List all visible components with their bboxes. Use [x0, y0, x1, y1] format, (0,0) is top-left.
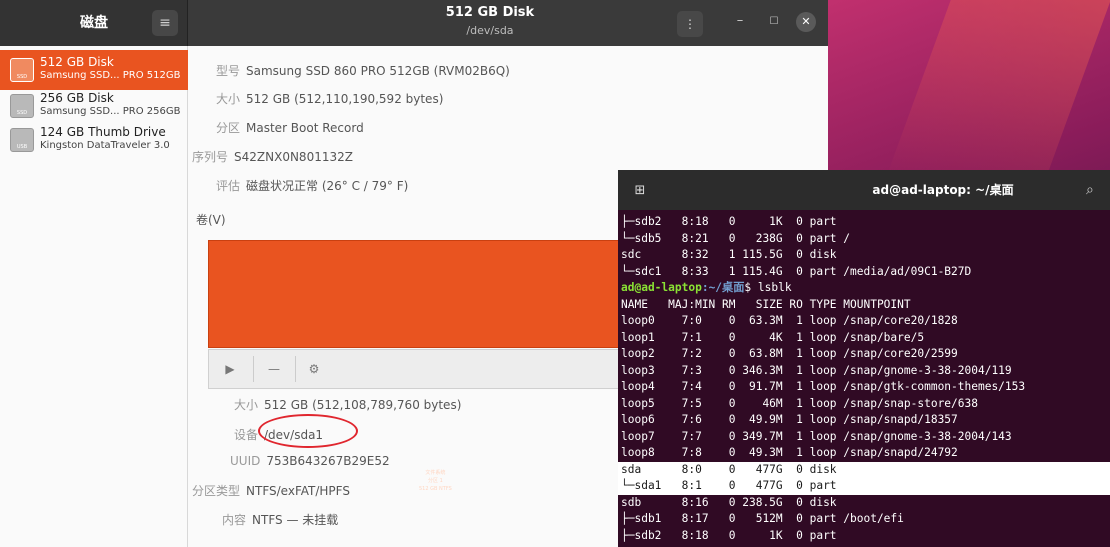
kebab-menu-icon[interactable]: ⋮ [677, 11, 703, 37]
partition-segment-caption: 文件系统 分区 1 512 GB NTFS [419, 470, 452, 492]
terminal-line: loop2 7:2 0 63.8M 1 loop /snap/core20/25… [621, 347, 958, 360]
usb-drive-icon: USB [10, 128, 34, 152]
disk-desc: Samsung SSD... PRO 512GB [40, 70, 181, 81]
window-titlebar: 磁盘 ≡ 512 GB Disk /dev/sda ⋮ – ☐ ✕ [0, 0, 828, 46]
size-row: 大小 512 GB (512,110,190,592 bytes) [216, 92, 444, 106]
prompt-user: ad@ad-laptop [621, 281, 702, 294]
volumes-label: 卷(V) [196, 213, 226, 227]
terminal-line: sdb 8:16 0 238.5G 0 disk [621, 495, 837, 509]
window-title: 512 GB Disk [445, 5, 535, 20]
model-row: 型号 Samsung SSD 860 PRO 512GB (RVM02B6Q) [216, 64, 510, 78]
disk-name: 512 GB Disk [40, 55, 114, 69]
sidebar-item-thumb-drive[interactable]: USB 124 GB Thumb Drive Kingston DataTrav… [0, 120, 188, 160]
terminal-output[interactable]: ├─sdb2 8:18 0 1K 0 part └─sdb5 8:21 0 23… [618, 214, 1110, 547]
terminal-line: loop7 7:7 0 349.7M 1 loop /snap/gnome-3-… [621, 429, 1012, 443]
sidebar-item-512gb-disk[interactable]: SSD 512 GB Disk Samsung SSD... PRO 512GB [0, 50, 188, 90]
terminal-line: loop8 7:8 0 49.3M 1 loop /snap/snapd/247… [621, 446, 958, 459]
play-icon[interactable]: ▶ [217, 356, 243, 382]
serial-row: 序列号 S42ZNX0N801132Z [192, 150, 353, 164]
terminal-line: loop3 7:3 0 346.3M 1 loop /snap/gnome-3-… [621, 363, 1012, 377]
maximize-icon[interactable]: ☐ [764, 12, 784, 32]
partition-uuid-row: UUID 753B643267B29E52 [230, 454, 390, 468]
window-subtitle: /dev/sda [466, 24, 514, 37]
terminal-line: sdc 8:32 1 115.5G 0 disk [621, 248, 837, 261]
terminal-line-highlighted: sda 8:0 0 477G 0 disk [618, 461, 1110, 478]
terminal-prompt-line: ad@ad-laptop:~/桌面$ lsblk [618, 280, 1110, 297]
new-tab-icon[interactable]: ⊞ [628, 180, 652, 202]
disk-desc: Samsung SSD... PRO 256GB [40, 106, 181, 117]
terminal-line: loop0 7:0 0 63.3M 1 loop /snap/core20/18… [621, 314, 958, 327]
terminal-line: └─sdc1 8:33 1 115.4G 0 part /media/ad/09… [621, 264, 972, 278]
sidebar-header: 磁盘 ≡ [0, 0, 188, 46]
terminal-line: ├─sdb2 8:18 0 1K 0 part [621, 528, 837, 542]
gear-icon[interactable]: ⚙ [301, 356, 327, 382]
disk-name: 124 GB Thumb Drive [40, 125, 166, 139]
menu-icon[interactable]: ≡ [152, 10, 178, 36]
partition-size-row: 大小 512 GB (512,108,789,760 bytes) [234, 398, 462, 412]
search-icon[interactable]: ⌕ [1086, 178, 1110, 202]
partition-segment[interactable]: 文件系统 分区 1 512 GB NTFS [208, 240, 620, 492]
close-icon[interactable]: ✕ [796, 12, 816, 32]
assessment-row: 评估 磁盘状况正常 (26° C / 79° F) [216, 179, 409, 193]
disk-desc: Kingston DataTraveler 3.0 [40, 140, 170, 151]
terminal-line: ├─sdb1 8:17 0 512M 0 part /boot/efi [621, 512, 904, 525]
minus-icon[interactable]: — [261, 356, 287, 382]
volume-toolbar: ▶ — ⚙ [208, 349, 620, 389]
partitioning-row: 分区 Master Boot Record [216, 121, 364, 135]
terminal-line: ├─sdb2 8:18 0 1K 0 part [621, 215, 837, 228]
partition-contents-row: 内容 NTFS — 未挂载 [222, 513, 339, 527]
terminal-title: ad@ad-laptop: ~/桌面 [872, 183, 1014, 197]
disk-name: 256 GB Disk [40, 91, 114, 105]
prompt-command: $ lsblk [744, 281, 792, 294]
minimize-icon[interactable]: – [730, 12, 750, 32]
terminal-window: ⊞ ad@ad-laptop: ~/桌面 ⌕ ├─sdb2 8:18 0 1K … [618, 170, 1110, 547]
terminal-line-highlighted: └─sda1 8:1 0 477G 0 part [618, 478, 1110, 495]
partition-type-row: 分区类型 NTFS/exFAT/HPFS [192, 484, 350, 498]
ssd-icon: SSD [10, 58, 34, 82]
terminal-titlebar: ⊞ ad@ad-laptop: ~/桌面 ⌕ [618, 170, 1110, 210]
red-annotation-circle [258, 414, 358, 448]
prompt-path: :~/桌面 [701, 281, 745, 294]
terminal-line: loop6 7:6 0 49.9M 1 loop /snap/snapd/183… [621, 413, 958, 426]
terminal-line: └─sdb5 8:21 0 238G 0 part / [621, 231, 851, 245]
ssd-icon: SSD [10, 94, 34, 118]
disk-sidebar: SSD 512 GB Disk Samsung SSD... PRO 512GB… [0, 46, 188, 547]
terminal-header-line: NAME MAJ:MIN RM SIZE RO TYPE MOUNTPOINT [621, 297, 911, 311]
terminal-line: loop5 7:5 0 46M 1 loop /snap/snap-store/… [621, 396, 978, 410]
terminal-line: loop4 7:4 0 91.7M 1 loop /snap/gtk-commo… [621, 380, 1026, 393]
terminal-line: loop1 7:1 0 4K 1 loop /snap/bare/5 [621, 330, 925, 344]
